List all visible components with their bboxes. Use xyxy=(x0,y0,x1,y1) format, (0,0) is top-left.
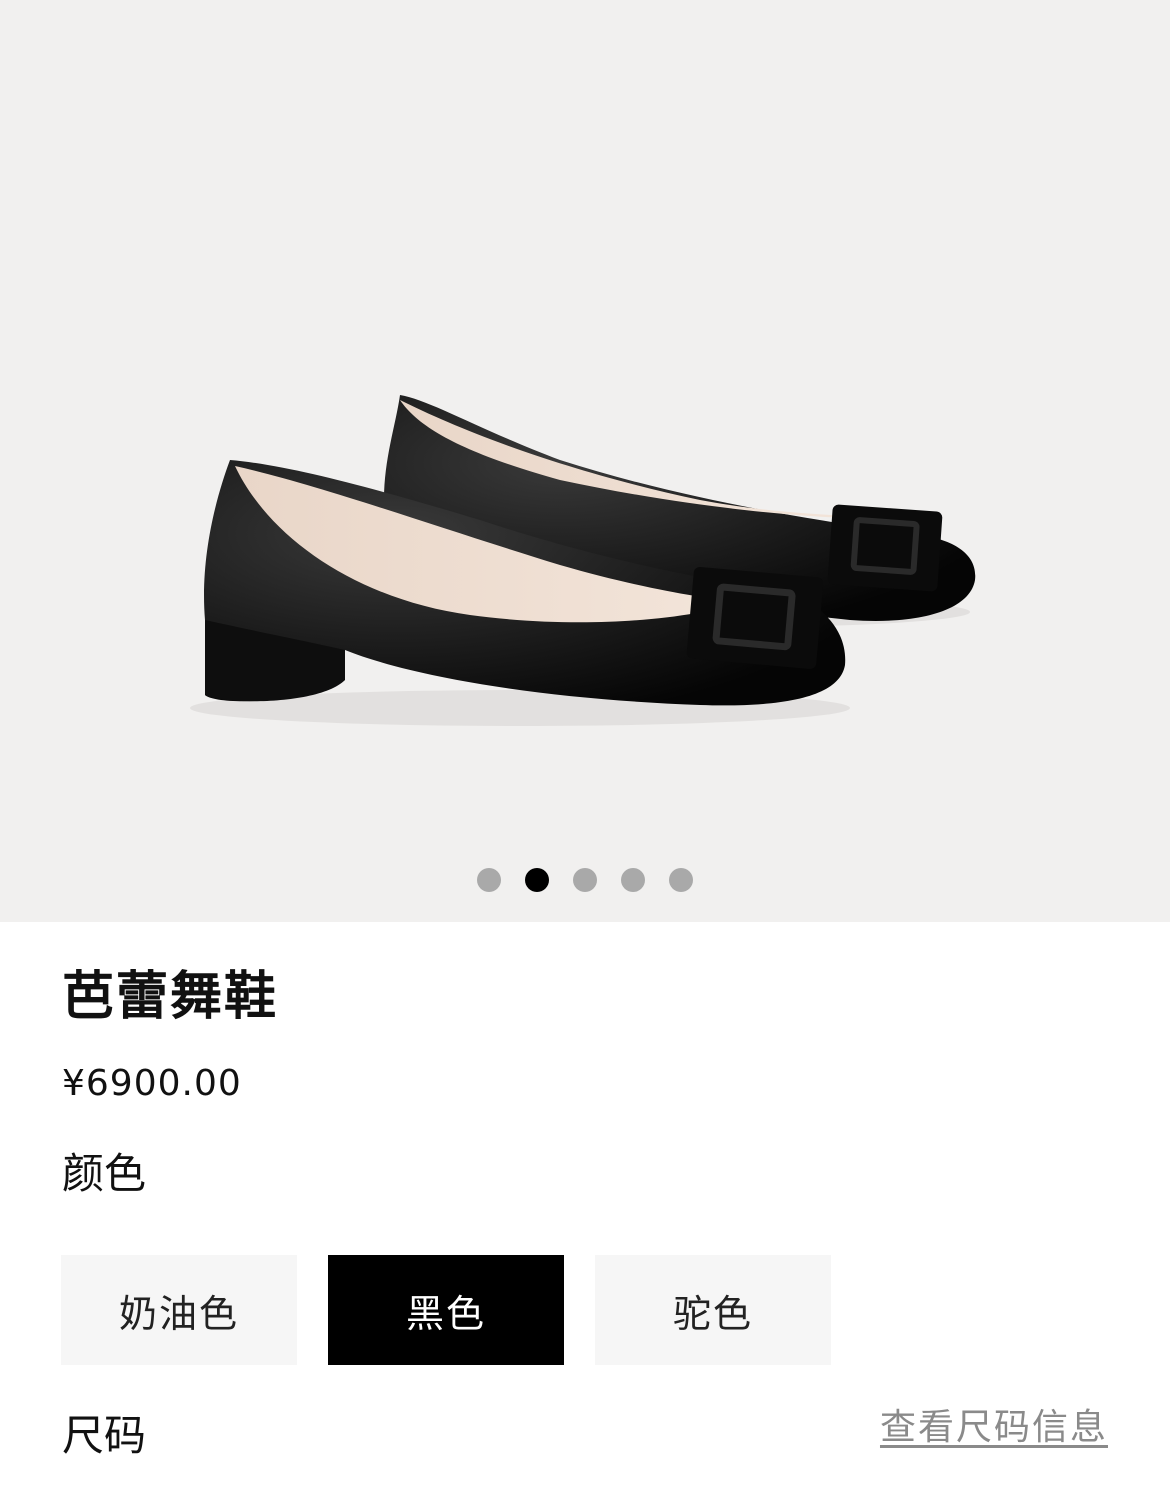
product-price: ¥6900.00 xyxy=(62,1063,242,1104)
product-shoe-image xyxy=(190,395,976,726)
color-options: 奶油色 黑色 驼色 xyxy=(61,1255,831,1365)
gallery-dot-3[interactable] xyxy=(573,868,597,892)
color-option-camel[interactable]: 驼色 xyxy=(595,1255,831,1365)
gallery-dot-2[interactable] xyxy=(525,868,549,892)
gallery-pagination-dots xyxy=(0,868,1170,892)
product-image-gallery[interactable] xyxy=(0,0,1170,922)
color-option-black[interactable]: 黑色 xyxy=(328,1255,564,1365)
color-section-label: 颜色 xyxy=(62,1149,147,1198)
gallery-dot-1[interactable] xyxy=(477,868,501,892)
gallery-dot-4[interactable] xyxy=(621,868,645,892)
size-guide-link[interactable]: 查看尺码信息 xyxy=(880,1406,1108,1450)
product-title: 芭蕾舞鞋 xyxy=(62,967,279,1027)
gallery-dot-5[interactable] xyxy=(669,868,693,892)
color-option-cream[interactable]: 奶油色 xyxy=(61,1255,297,1365)
size-section-label: 尺码 xyxy=(62,1411,147,1460)
